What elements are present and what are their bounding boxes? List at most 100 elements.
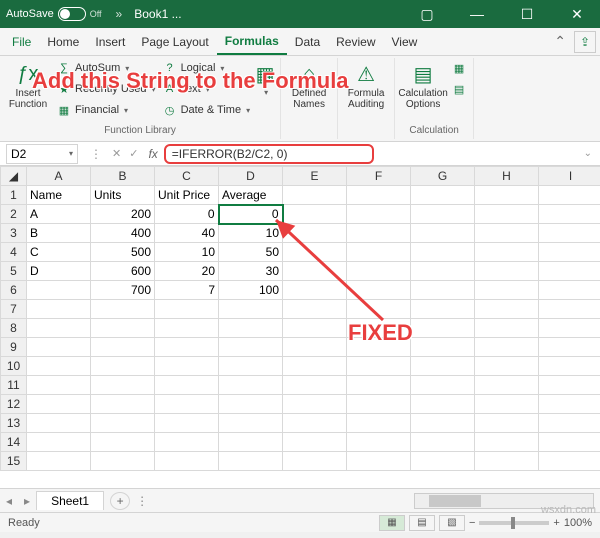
insert-function-button[interactable]: ƒx Insert Function bbox=[4, 58, 52, 110]
page-break-view-button[interactable]: ▧ bbox=[439, 515, 465, 531]
zoom-in-icon[interactable]: + bbox=[553, 517, 559, 529]
cell[interactable]: 40 bbox=[155, 224, 219, 243]
tab-file[interactable]: File bbox=[4, 28, 39, 55]
cell[interactable] bbox=[539, 433, 600, 452]
cell[interactable] bbox=[411, 186, 475, 205]
cell[interactable] bbox=[283, 433, 347, 452]
cell[interactable] bbox=[91, 300, 155, 319]
cell[interactable] bbox=[539, 262, 600, 281]
cell[interactable]: 400 bbox=[91, 224, 155, 243]
cell[interactable] bbox=[411, 395, 475, 414]
cell[interactable] bbox=[347, 357, 411, 376]
maximize-icon[interactable]: ☐ bbox=[510, 6, 544, 23]
col-header[interactable]: H bbox=[475, 167, 539, 186]
row-header[interactable]: 9 bbox=[1, 338, 27, 357]
cell[interactable] bbox=[27, 414, 91, 433]
cell[interactable]: 600 bbox=[91, 262, 155, 281]
cell[interactable] bbox=[411, 357, 475, 376]
cell[interactable] bbox=[27, 300, 91, 319]
cell[interactable] bbox=[155, 414, 219, 433]
close-icon[interactable]: ✕ bbox=[560, 6, 594, 23]
cell[interactable] bbox=[475, 243, 539, 262]
row-header[interactable]: 7 bbox=[1, 300, 27, 319]
cell[interactable] bbox=[155, 300, 219, 319]
financial-button[interactable]: ▦Financial▾ bbox=[54, 100, 158, 120]
cell[interactable] bbox=[411, 319, 475, 338]
tab-view[interactable]: View bbox=[384, 28, 426, 55]
cell[interactable] bbox=[475, 357, 539, 376]
cell[interactable]: Units bbox=[91, 186, 155, 205]
cell[interactable] bbox=[347, 319, 411, 338]
ribbon-collapse-icon[interactable]: ⌃ bbox=[550, 33, 570, 50]
cell[interactable] bbox=[27, 376, 91, 395]
tab-home[interactable]: Home bbox=[39, 28, 87, 55]
col-header[interactable]: B bbox=[91, 167, 155, 186]
cell[interactable] bbox=[219, 300, 283, 319]
cell[interactable] bbox=[347, 281, 411, 300]
cell[interactable] bbox=[155, 319, 219, 338]
cell[interactable] bbox=[475, 224, 539, 243]
cell[interactable] bbox=[475, 319, 539, 338]
cell[interactable] bbox=[347, 395, 411, 414]
row-header[interactable]: 8 bbox=[1, 319, 27, 338]
cell[interactable] bbox=[91, 452, 155, 471]
cell[interactable] bbox=[475, 281, 539, 300]
cell[interactable]: 700 bbox=[91, 281, 155, 300]
cell[interactable] bbox=[411, 224, 475, 243]
cell[interactable] bbox=[411, 300, 475, 319]
row-header[interactable]: 15 bbox=[1, 452, 27, 471]
cell[interactable]: 10 bbox=[219, 224, 283, 243]
row-header[interactable]: 2 bbox=[1, 205, 27, 224]
cell[interactable] bbox=[283, 262, 347, 281]
text-button[interactable]: AText▾ bbox=[160, 79, 253, 99]
cell[interactable] bbox=[283, 452, 347, 471]
cell[interactable] bbox=[219, 414, 283, 433]
cell[interactable] bbox=[411, 205, 475, 224]
cell[interactable] bbox=[219, 376, 283, 395]
cell[interactable] bbox=[283, 186, 347, 205]
cancel-icon[interactable]: ✕ bbox=[108, 147, 125, 160]
more-functions-button[interactable]: ▦ ▾ bbox=[254, 58, 276, 97]
cell[interactable] bbox=[155, 433, 219, 452]
cell[interactable]: Name bbox=[27, 186, 91, 205]
cell[interactable] bbox=[475, 395, 539, 414]
col-header[interactable]: E bbox=[283, 167, 347, 186]
cell[interactable] bbox=[411, 376, 475, 395]
cell[interactable]: B bbox=[27, 224, 91, 243]
cell[interactable] bbox=[347, 205, 411, 224]
row-header[interactable]: 12 bbox=[1, 395, 27, 414]
cell[interactable] bbox=[539, 186, 600, 205]
logical-button[interactable]: ?Logical▾ bbox=[160, 58, 253, 78]
enter-icon[interactable]: ✓ bbox=[125, 147, 142, 160]
cell[interactable] bbox=[347, 452, 411, 471]
worksheet[interactable]: ◢ A B C D E F G H I 1NameUnitsUnit Price… bbox=[0, 166, 600, 488]
cell[interactable] bbox=[539, 395, 600, 414]
cell[interactable] bbox=[91, 338, 155, 357]
cell[interactable]: 200 bbox=[91, 205, 155, 224]
cell[interactable] bbox=[539, 243, 600, 262]
formula-input[interactable]: =IFERROR(B2/C2, 0) bbox=[164, 144, 374, 164]
cell[interactable] bbox=[91, 395, 155, 414]
window-options-icon[interactable]: ▢ bbox=[410, 6, 444, 23]
tab-next-icon[interactable]: ▸ bbox=[18, 494, 36, 508]
cell[interactable] bbox=[539, 300, 600, 319]
row-header[interactable]: 13 bbox=[1, 414, 27, 433]
cell[interactable] bbox=[27, 433, 91, 452]
cell[interactable] bbox=[411, 452, 475, 471]
cell[interactable] bbox=[283, 395, 347, 414]
cell[interactable] bbox=[475, 452, 539, 471]
col-header[interactable]: A bbox=[27, 167, 91, 186]
row-header[interactable]: 10 bbox=[1, 357, 27, 376]
cell[interactable] bbox=[411, 243, 475, 262]
cell[interactable] bbox=[27, 319, 91, 338]
cell[interactable]: 20 bbox=[155, 262, 219, 281]
cell[interactable] bbox=[347, 186, 411, 205]
row-header[interactable]: 3 bbox=[1, 224, 27, 243]
cell[interactable] bbox=[347, 376, 411, 395]
cell[interactable] bbox=[283, 376, 347, 395]
cell[interactable]: C bbox=[27, 243, 91, 262]
cell[interactable] bbox=[475, 262, 539, 281]
col-header[interactable]: G bbox=[411, 167, 475, 186]
new-sheet-button[interactable]: + bbox=[110, 492, 130, 510]
cell[interactable]: 10 bbox=[155, 243, 219, 262]
